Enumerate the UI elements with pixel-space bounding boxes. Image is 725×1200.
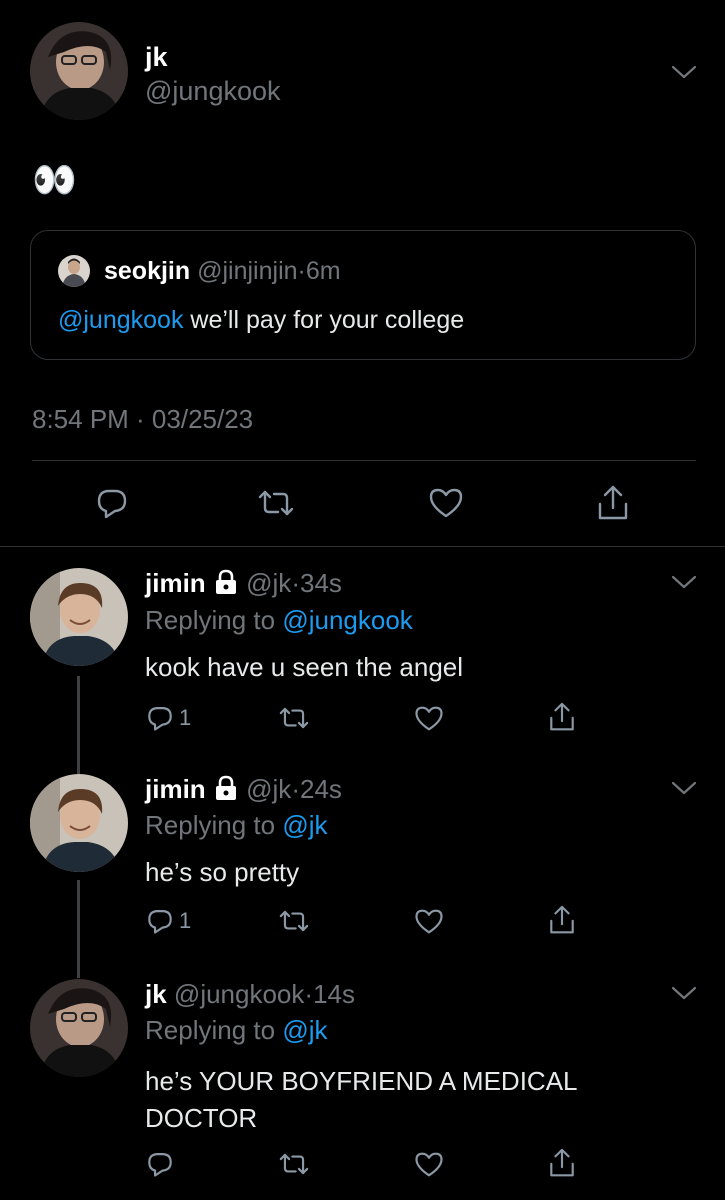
avatar-jimin[interactable] [30, 568, 128, 666]
reply-text: he’s YOUR BOYFRIEND A MEDICAL DOCTOR [145, 1063, 578, 1137]
reply-author-name[interactable]: jimin [145, 568, 206, 598]
share-icon[interactable] [548, 904, 576, 936]
avatar-seokjin [58, 255, 90, 287]
share-icon[interactable] [548, 701, 576, 733]
retweet-icon[interactable] [277, 1150, 311, 1178]
reply-author-name[interactable]: jimin [145, 774, 206, 804]
quoted-text: we’ll pay for your college [183, 306, 465, 334]
reply-author-handle[interactable]: @jk [246, 568, 291, 598]
lock-icon [213, 775, 239, 808]
reply-author-name[interactable]: jk [145, 979, 167, 1009]
section-divider [0, 546, 725, 547]
reply-text: kook have u seen the angel [145, 652, 464, 682]
like-icon[interactable] [414, 705, 444, 732]
thread-line [77, 880, 80, 978]
reply-author-handle[interactable]: @jk [246, 774, 291, 804]
author-name[interactable]: jk [145, 42, 168, 73]
reply-count: 1 [179, 908, 192, 933]
replying-to-label: Replying to [145, 605, 283, 635]
retweet-icon[interactable] [256, 486, 296, 520]
thread-line [77, 676, 80, 774]
quoted-author-handle[interactable]: @jinjinjin [197, 257, 297, 285]
reply-text: he’s so pretty [145, 857, 300, 887]
chevron-down-icon[interactable] [671, 64, 697, 80]
separator-dot: · [291, 774, 300, 804]
replying-to-link[interactable]: @jk [282, 1015, 327, 1045]
reply-count: 1 [179, 705, 192, 730]
like-icon[interactable] [414, 908, 444, 935]
quoted-mention-link[interactable]: @jungkook [58, 306, 183, 334]
avatar-jimin[interactable] [30, 774, 128, 872]
reply-text-line: he’s YOUR BOYFRIEND A MEDICAL [145, 1066, 578, 1096]
reply-author-handle[interactable]: @jungkook [174, 979, 304, 1009]
author-handle[interactable]: @jungkook [145, 76, 281, 107]
retweet-icon[interactable] [277, 704, 311, 732]
share-icon[interactable] [548, 1147, 576, 1179]
retweet-icon[interactable] [277, 907, 311, 935]
separator-dot: · [297, 257, 306, 285]
separator-dot: · [291, 568, 300, 598]
reply-icon[interactable] [146, 704, 174, 732]
reply-text-line: DOCTOR [145, 1103, 258, 1133]
chevron-down-icon[interactable] [671, 985, 697, 1001]
reply-icon[interactable] [146, 907, 174, 935]
lock-icon [213, 569, 239, 602]
chevron-down-icon[interactable] [671, 574, 697, 590]
quoted-time: 6m [305, 257, 341, 285]
tweet-text: 👀 [32, 159, 77, 200]
replying-to-label: Replying to [145, 1015, 283, 1045]
replying-to-label: Replying to [145, 810, 283, 840]
chevron-down-icon[interactable] [671, 780, 697, 796]
like-icon[interactable] [428, 487, 464, 519]
reply-time: 34s [299, 568, 342, 598]
reply-icon[interactable] [95, 486, 129, 520]
quoted-author-name[interactable]: seokjin [104, 257, 190, 285]
replying-to-link[interactable]: @jk [282, 810, 327, 840]
divider [32, 460, 696, 461]
share-icon[interactable] [596, 484, 630, 522]
tweet-timestamp: 8:54 PM · 03/25/23 [32, 404, 254, 434]
separator-dot: · [304, 979, 314, 1009]
like-icon[interactable] [414, 1151, 444, 1178]
replying-to-link[interactable]: @jungkook [282, 605, 412, 635]
quoted-tweet-card[interactable] [30, 230, 696, 360]
avatar-jk[interactable] [30, 22, 128, 120]
reply-icon[interactable] [146, 1150, 174, 1178]
reply-time: 14s [313, 979, 355, 1009]
reply-time: 24s [299, 774, 342, 804]
avatar-jk[interactable] [30, 979, 128, 1077]
